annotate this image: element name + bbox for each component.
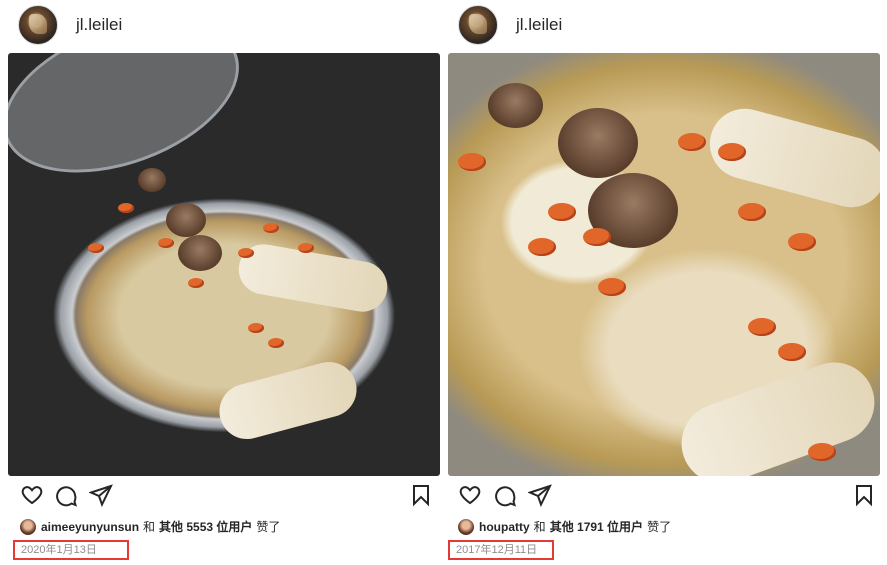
avatar[interactable] <box>458 518 474 535</box>
goji-berry <box>583 228 611 246</box>
goji-berry <box>118 203 134 213</box>
send-icon[interactable] <box>89 483 113 507</box>
likes-suffix: 赞了 <box>647 520 672 534</box>
goji-berry <box>248 323 264 333</box>
chicken-leg <box>213 355 363 446</box>
likes-count[interactable]: 其他 5553 位用户 <box>159 518 252 535</box>
username[interactable]: jl.leilei <box>516 15 562 35</box>
goji-berry <box>748 318 776 336</box>
comment-icon[interactable] <box>493 483 517 507</box>
post-header: jl.leilei <box>18 4 122 46</box>
goji-berry <box>298 243 314 253</box>
mushroom <box>488 83 543 128</box>
goji-berry <box>808 443 836 461</box>
post-header: jl.leilei <box>458 4 562 46</box>
avatar[interactable] <box>20 518 36 535</box>
likes-conjunction: 和 <box>533 520 546 534</box>
goji-berry <box>678 133 706 151</box>
avatar[interactable] <box>458 5 498 45</box>
avatar[interactable] <box>18 5 58 45</box>
likes-suffix: 赞了 <box>256 520 281 534</box>
chicken-leg <box>234 240 392 316</box>
post-image[interactable] <box>448 53 880 476</box>
goji-berry <box>158 238 174 248</box>
mushroom <box>558 108 638 178</box>
goji-berry <box>778 343 806 361</box>
post-date[interactable]: 2020年1月13日 <box>13 540 129 560</box>
goji-berry <box>528 238 556 256</box>
goji-berry <box>458 153 486 171</box>
chicken-leg <box>670 351 880 476</box>
post-card: jl.leilei aimeeyunyunsun 和 其他 5553 位用户 赞… <box>8 0 440 565</box>
post-card: jl.leilei houpatty 和 其他 1791 位用户 赞了 2017… <box>448 0 880 565</box>
mushroom <box>178 235 222 271</box>
goji-berry <box>238 248 254 258</box>
bookmark-icon[interactable] <box>852 483 876 507</box>
bookmark-icon[interactable] <box>409 483 433 507</box>
goji-berry <box>598 278 626 296</box>
heart-icon[interactable] <box>20 483 44 507</box>
action-bar <box>8 480 440 510</box>
action-bar <box>448 480 880 510</box>
likes-count[interactable]: 其他 1791 位用户 <box>550 518 643 535</box>
goji-berry <box>718 143 746 161</box>
username[interactable]: jl.leilei <box>76 15 122 35</box>
post-image[interactable] <box>8 53 440 476</box>
mushroom <box>166 203 206 237</box>
goji-berry <box>788 233 816 251</box>
send-icon[interactable] <box>528 483 552 507</box>
likes-conjunction: 和 <box>143 520 156 534</box>
post-date[interactable]: 2017年12月11日 <box>448 540 554 560</box>
goji-berry <box>268 338 284 348</box>
likes-summary: houpatty 和 其他 1791 位用户 赞了 <box>458 518 671 535</box>
liker-username[interactable]: aimeeyunyunsun <box>41 520 139 534</box>
heart-icon[interactable] <box>458 483 482 507</box>
likes-summary: aimeeyunyunsun 和 其他 5553 位用户 赞了 <box>20 518 280 535</box>
goji-berry <box>263 223 279 233</box>
comment-icon[interactable] <box>54 483 78 507</box>
goji-berry <box>88 243 104 253</box>
goji-berry <box>188 278 204 288</box>
liker-username[interactable]: houpatty <box>479 520 530 534</box>
mushroom <box>138 168 166 192</box>
goji-berry <box>738 203 766 221</box>
pot-lid <box>8 53 260 202</box>
goji-berry <box>548 203 576 221</box>
